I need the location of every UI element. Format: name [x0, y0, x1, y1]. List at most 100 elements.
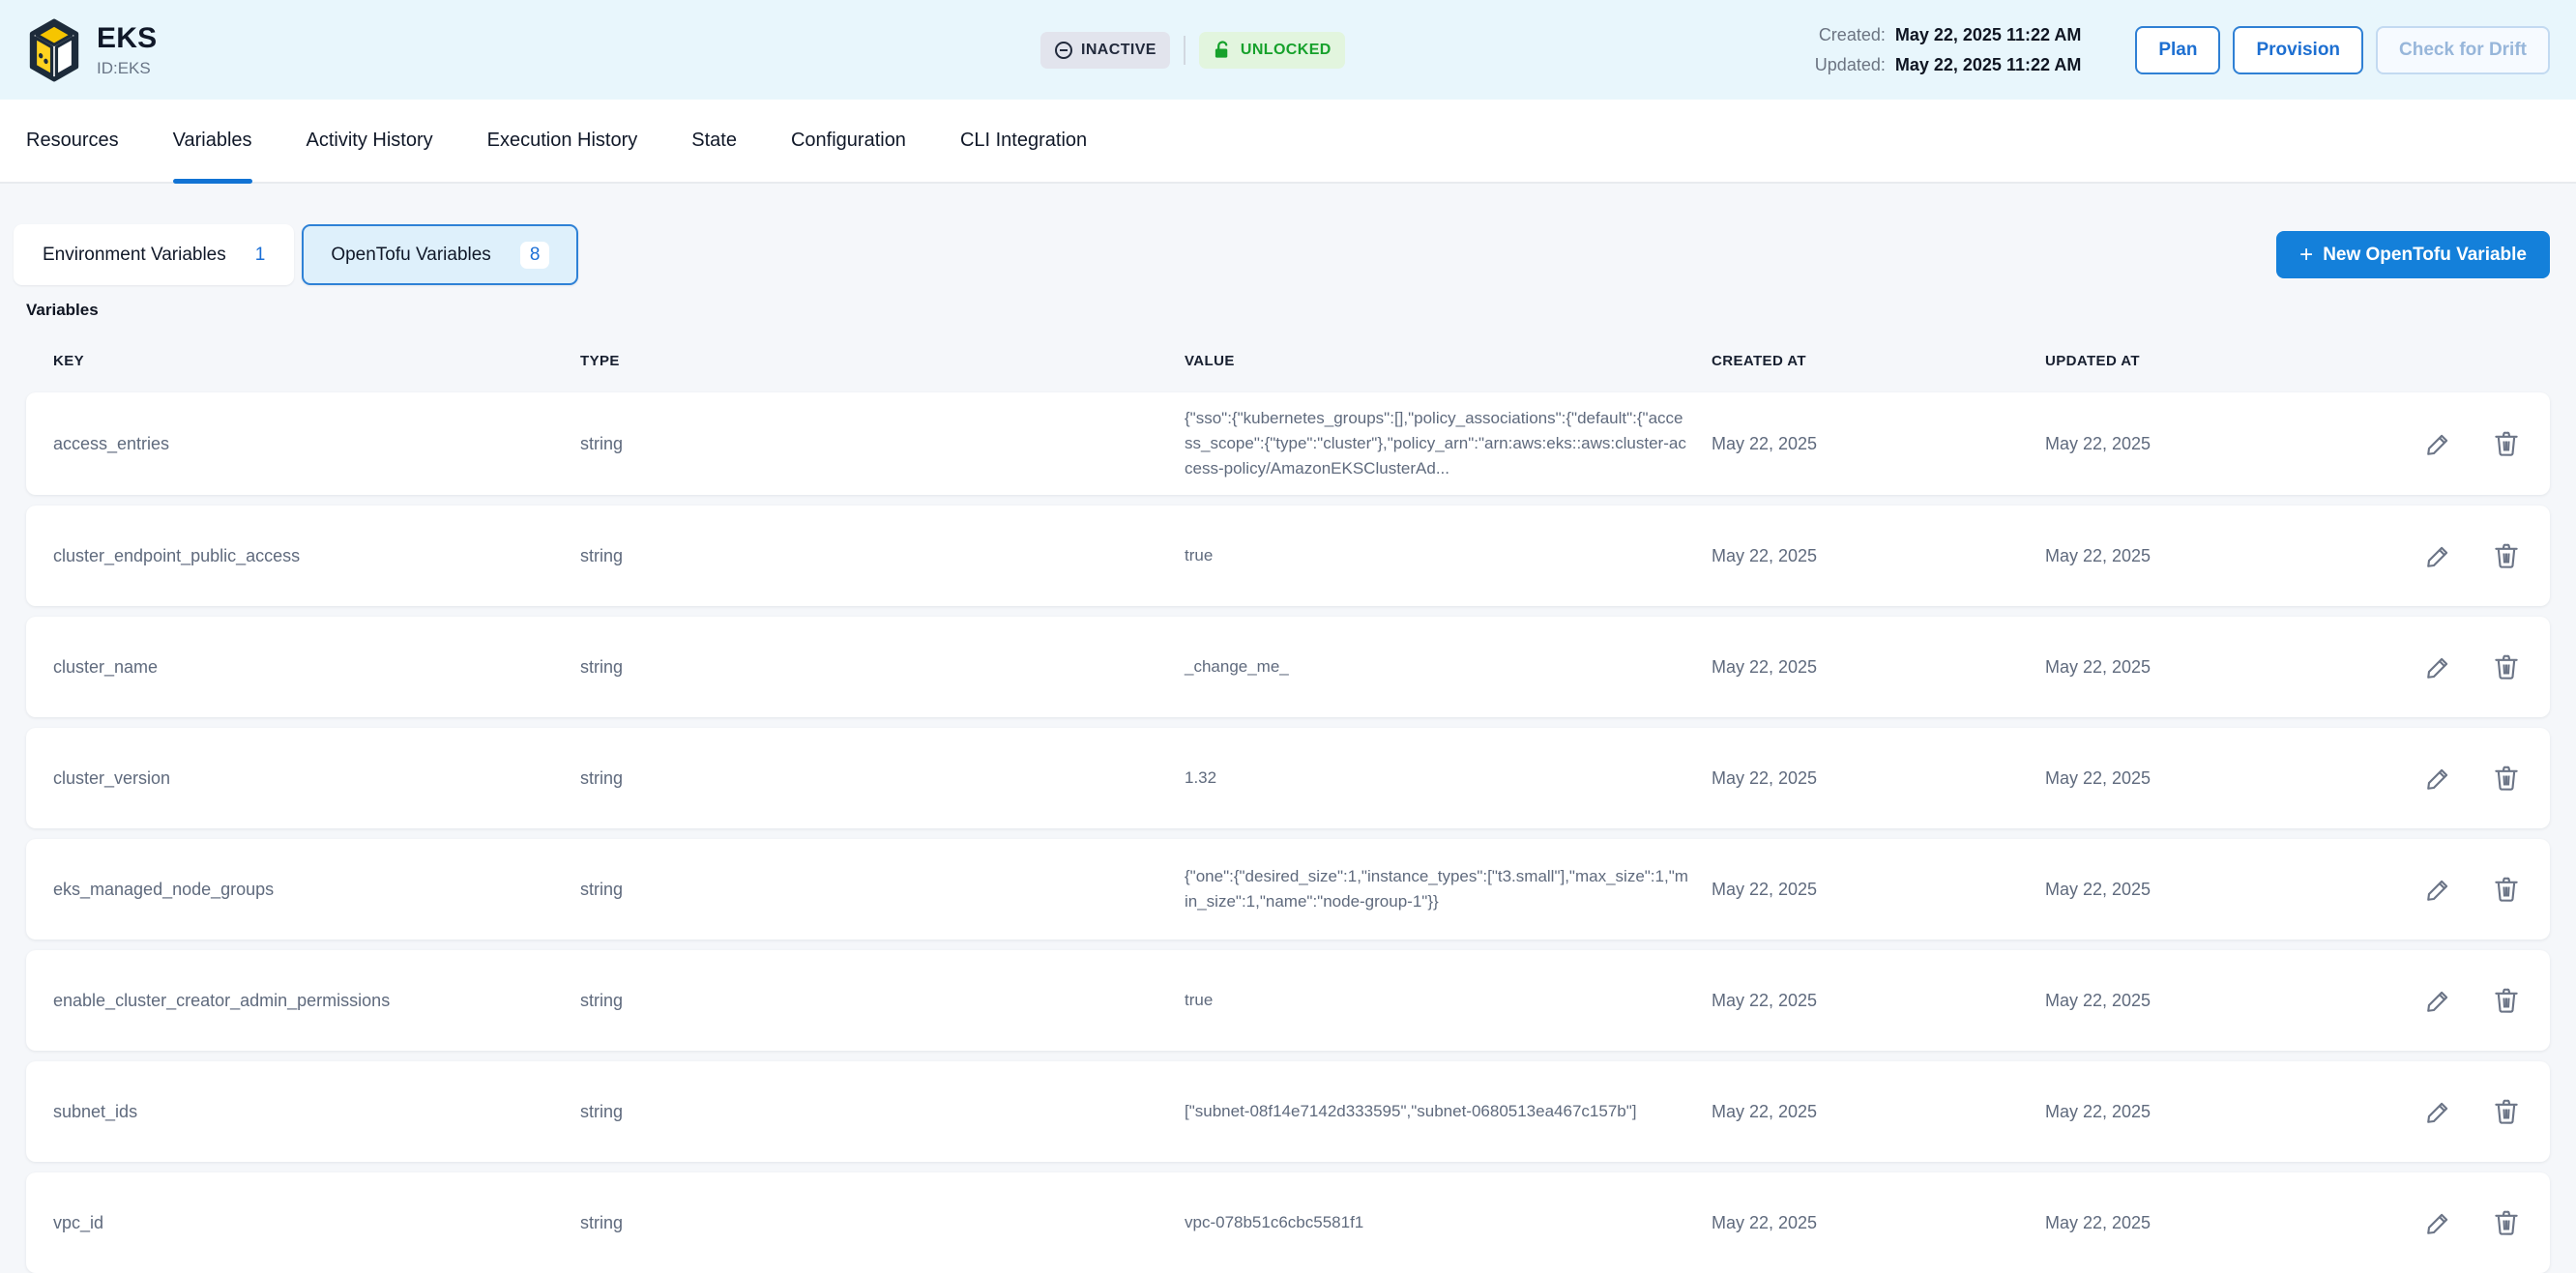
opentofu-variables-count: 8 [520, 242, 550, 269]
main-tab-state[interactable]: State [691, 100, 737, 182]
provision-button[interactable]: Provision [2233, 26, 2363, 74]
check-for-drift-button[interactable]: Check for Drift [2376, 26, 2550, 74]
badge-divider [1184, 36, 1186, 65]
tab-opentofu-variables[interactable]: OpenTofu Variables 8 [302, 224, 578, 285]
variables-page: Environment Variables 1 OpenTofu Variabl… [0, 184, 2576, 1273]
table-row: cluster_endpoint_public_access string tr… [26, 506, 2550, 606]
trash-icon [2492, 429, 2521, 458]
variables-section-title: Variables [26, 301, 2550, 320]
plan-button[interactable]: Plan [2135, 26, 2220, 74]
main-tab-configuration[interactable]: Configuration [791, 100, 906, 182]
plus-icon: + [2299, 244, 2313, 267]
variable-type: string [580, 546, 1185, 566]
edit-variable-button[interactable] [2424, 764, 2453, 793]
variable-created-at: May 22, 2025 [1712, 1102, 2045, 1122]
edit-variable-button[interactable] [2424, 875, 2453, 904]
variable-updated-at: May 22, 2025 [2045, 991, 2384, 1011]
trash-icon [2492, 652, 2521, 681]
column-header: KEY [53, 353, 580, 369]
pencil-icon [2424, 652, 2453, 681]
column-header: TYPE [580, 353, 1185, 369]
variable-type: string [580, 880, 1185, 900]
variable-key: vpc_id [53, 1213, 580, 1233]
edit-variable-button[interactable] [2424, 652, 2453, 681]
column-header: CREATED AT [1712, 353, 2045, 369]
active-tab-underline [173, 179, 252, 184]
variable-created-at: May 22, 2025 [1712, 546, 2045, 566]
variable-key: cluster_version [53, 768, 580, 789]
edit-variable-button[interactable] [2424, 429, 2453, 458]
variable-key: subnet_ids [53, 1102, 580, 1122]
trash-icon [2492, 1097, 2521, 1126]
edit-variable-button[interactable] [2424, 986, 2453, 1015]
variable-value: {"one":{"desired_size":1,"instance_types… [1185, 864, 1712, 914]
trash-icon [2492, 541, 2521, 570]
column-header: VALUE [1185, 353, 1712, 369]
pencil-icon [2424, 1208, 2453, 1237]
delete-variable-button[interactable] [2492, 652, 2521, 681]
circle-minus-icon [1054, 41, 1073, 60]
main-tab-activity-history[interactable]: Activity History [307, 100, 433, 182]
variable-key: cluster_name [53, 657, 580, 678]
variable-updated-at: May 22, 2025 [2045, 768, 2384, 789]
delete-variable-button[interactable] [2492, 875, 2521, 904]
table-row: enable_cluster_creator_admin_permissions… [26, 950, 2550, 1051]
table-row: subnet_ids string ["subnet-08f14e7142d33… [26, 1061, 2550, 1162]
variable-key: cluster_endpoint_public_access [53, 546, 580, 566]
delete-variable-button[interactable] [2492, 1208, 2521, 1237]
delete-variable-button[interactable] [2492, 764, 2521, 793]
eks-cube-logo-icon [29, 17, 79, 83]
variable-updated-at: May 22, 2025 [2045, 880, 2384, 900]
table-header-row: KEYTYPEVALUECREATED ATUPDATED AT [26, 353, 2550, 392]
variable-created-at: May 22, 2025 [1712, 1213, 2045, 1233]
pencil-icon [2424, 986, 2453, 1015]
pencil-icon [2424, 541, 2453, 570]
lock-status-badge: UNLOCKED [1199, 32, 1345, 69]
pencil-icon [2424, 764, 2453, 793]
variable-type: string [580, 1213, 1185, 1233]
delete-variable-button[interactable] [2492, 429, 2521, 458]
variable-value: vpc-078b51c6cbc5581f1 [1185, 1210, 1712, 1235]
variable-key: access_entries [53, 434, 580, 454]
variable-type: string [580, 657, 1185, 678]
unlock-icon [1213, 40, 1233, 60]
created-value: May 22, 2025 11:22 AM [1895, 25, 2081, 45]
main-tab-cli-integration[interactable]: CLI Integration [960, 100, 1087, 182]
variable-type: string [580, 991, 1185, 1011]
delete-variable-button[interactable] [2492, 541, 2521, 570]
variable-key: enable_cluster_creator_admin_permissions [53, 991, 580, 1011]
delete-variable-button[interactable] [2492, 1097, 2521, 1126]
trash-icon [2492, 764, 2521, 793]
table-row: vpc_id string vpc-078b51c6cbc5581f1 May … [26, 1172, 2550, 1273]
column-header: UPDATED AT [2045, 353, 2384, 369]
trash-icon [2492, 986, 2521, 1015]
variable-value: {"sso":{"kubernetes_groups":[],"policy_a… [1185, 406, 1712, 481]
updated-value: May 22, 2025 11:22 AM [1895, 55, 2081, 75]
delete-variable-button[interactable] [2492, 986, 2521, 1015]
variable-updated-at: May 22, 2025 [2045, 434, 2384, 454]
edit-variable-button[interactable] [2424, 1208, 2453, 1237]
variable-created-at: May 22, 2025 [1712, 991, 2045, 1011]
variable-created-at: May 22, 2025 [1712, 880, 2045, 900]
main-tab-execution-history[interactable]: Execution History [487, 100, 638, 182]
table-row: cluster_version string 1.32 May 22, 2025… [26, 728, 2550, 828]
variables-table: access_entries string {"sso":{"kubernete… [0, 392, 2576, 1273]
main-tab-resources[interactable]: Resources [26, 100, 119, 182]
variable-created-at: May 22, 2025 [1712, 768, 2045, 789]
trash-icon [2492, 1208, 2521, 1237]
edit-variable-button[interactable] [2424, 541, 2453, 570]
variable-type: string [580, 768, 1185, 789]
table-row: cluster_name string _change_me_ May 22, … [26, 617, 2550, 717]
variable-value: true [1185, 543, 1712, 568]
edit-variable-button[interactable] [2424, 1097, 2453, 1126]
environment-variables-count: 1 [255, 245, 266, 266]
variable-type: string [580, 1102, 1185, 1122]
main-tab-variables[interactable]: Variables [173, 100, 252, 182]
table-row: eks_managed_node_groups string {"one":{"… [26, 839, 2550, 940]
tab-environment-variables[interactable]: Environment Variables 1 [14, 224, 294, 285]
created-label: Created: [1815, 25, 1886, 45]
variable-updated-at: May 22, 2025 [2045, 1213, 2384, 1233]
variable-updated-at: May 22, 2025 [2045, 657, 2384, 678]
pencil-icon [2424, 875, 2453, 904]
new-opentofu-variable-button[interactable]: + New OpenTofu Variable [2276, 231, 2550, 278]
